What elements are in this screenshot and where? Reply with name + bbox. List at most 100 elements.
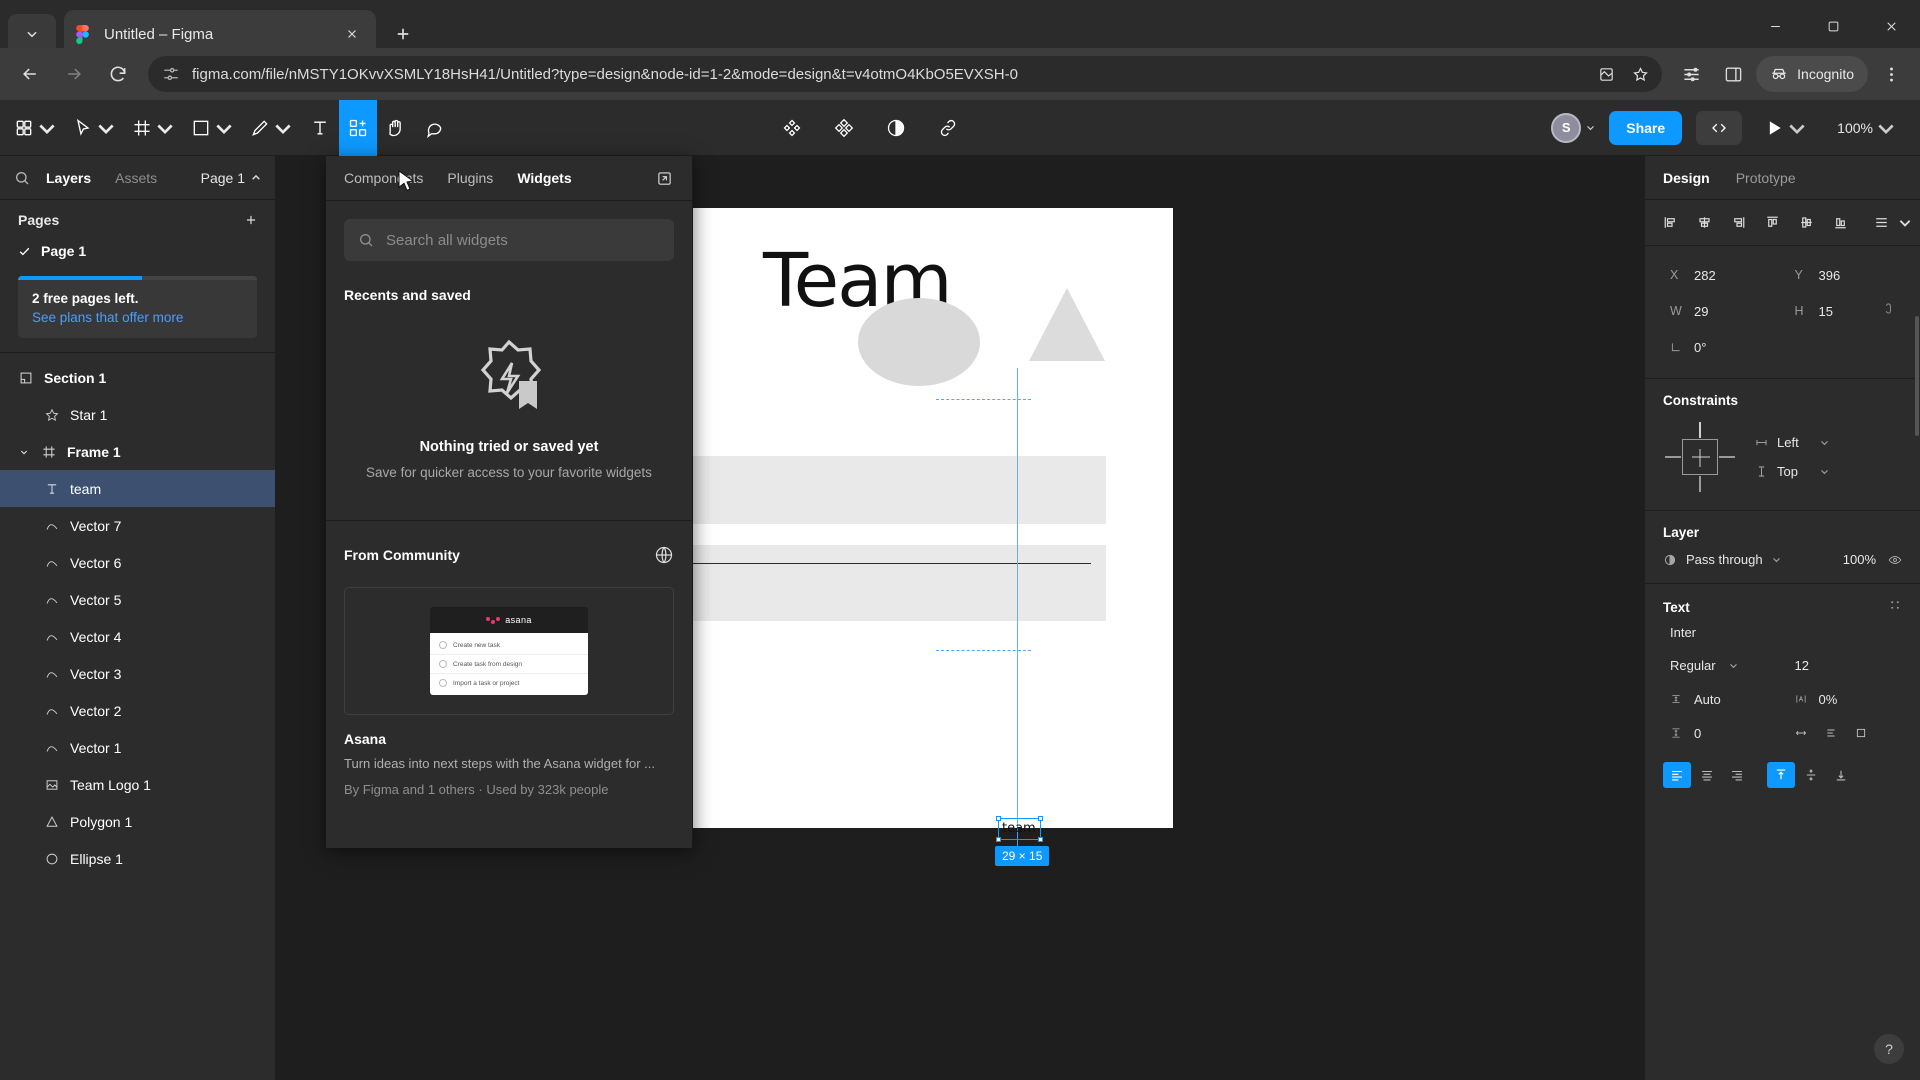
plugin-button[interactable]	[825, 100, 863, 156]
align-top-button[interactable]	[1755, 208, 1789, 238]
window-close-button[interactable]	[1862, 0, 1920, 52]
height-field[interactable]: H 15	[1788, 296, 1903, 326]
font-style-field[interactable]: Regular	[1663, 650, 1778, 680]
help-button[interactable]: ?	[1874, 1034, 1904, 1064]
layer-row[interactable]: Vector 3	[0, 655, 275, 692]
constraints-widget[interactable]	[1663, 420, 1737, 494]
hand-tool-button[interactable]	[377, 100, 415, 156]
pen-tool-button[interactable]	[242, 100, 301, 156]
page-row-page-1[interactable]: Page 1	[0, 236, 275, 266]
back-button[interactable]	[10, 54, 50, 94]
search-all-widgets-field[interactable]	[344, 219, 674, 261]
selection-handle-sw[interactable]	[996, 837, 1001, 842]
constraint-marker-left[interactable]	[1665, 456, 1681, 458]
polygon-shape[interactable]	[1029, 288, 1105, 361]
distribute-menu-button[interactable]	[1864, 208, 1898, 238]
present-button[interactable]	[1756, 100, 1815, 156]
incognito-indicator[interactable]: Incognito	[1756, 56, 1868, 92]
tab-prototype[interactable]: Prototype	[1736, 170, 1796, 186]
layer-row[interactable]: Vector 4	[0, 618, 275, 655]
bookmark-star-icon[interactable]	[1624, 58, 1656, 90]
component-button[interactable]	[773, 100, 811, 156]
y-field[interactable]: Y 396	[1788, 260, 1903, 290]
community-widget-card[interactable]: asana Create new task Create task from de…	[344, 587, 674, 797]
text-valign-middle-button[interactable]	[1797, 762, 1825, 788]
layer-row[interactable]: Vector 1	[0, 729, 275, 766]
font-size-field[interactable]: 12	[1788, 650, 1903, 680]
link-button[interactable]	[929, 100, 967, 156]
text-tool-button[interactable]	[301, 100, 339, 156]
letter-spacing-field[interactable]: 0%	[1788, 684, 1903, 714]
auto-width-icon[interactable]	[1795, 727, 1810, 739]
comment-tool-button[interactable]	[415, 100, 453, 156]
collapse-panel-icon[interactable]	[654, 168, 674, 188]
tab-layers[interactable]: Layers	[46, 170, 91, 186]
constraint-center-box[interactable]	[1682, 439, 1718, 475]
forward-button[interactable]	[54, 54, 94, 94]
layer-row[interactable]: Vector 7	[0, 507, 275, 544]
align-vertical-center-button[interactable]	[1789, 208, 1823, 238]
rotation-field[interactable]: 0°	[1663, 332, 1778, 362]
align-horizontal-center-button[interactable]	[1687, 208, 1721, 238]
extensions-button[interactable]	[1672, 55, 1710, 93]
zoom-level-button[interactable]: 100%	[1829, 100, 1904, 156]
align-right-button[interactable]	[1721, 208, 1755, 238]
frame-tool-button[interactable]	[124, 100, 183, 156]
site-settings-icon[interactable]	[162, 65, 180, 83]
avatar[interactable]: S	[1551, 112, 1595, 143]
layer-row[interactable]: team	[0, 470, 275, 507]
layer-expand-caret[interactable]	[18, 448, 30, 456]
share-button[interactable]: Share	[1609, 110, 1683, 145]
address-bar[interactable]: figma.com/file/nMSTY1OKvvXSMLY18HsH41/Un…	[148, 56, 1663, 92]
page-selector[interactable]: Page 1	[201, 170, 261, 186]
align-more-chevron[interactable]	[1898, 208, 1912, 238]
x-field[interactable]: X 282	[1663, 260, 1778, 290]
auto-height-icon[interactable]	[1825, 727, 1840, 739]
rectangle-shape-1[interactable]	[693, 456, 1106, 524]
constraint-marker-bottom[interactable]	[1699, 476, 1701, 492]
right-panel-scrollbar[interactable]	[1915, 316, 1919, 436]
reload-button[interactable]	[98, 54, 138, 94]
globe-icon[interactable]	[654, 545, 674, 565]
vertical-constraint-dropdown[interactable]: Top	[1755, 464, 1829, 479]
paragraph-spacing-field[interactable]: 0	[1663, 718, 1778, 748]
tab-design[interactable]: Design	[1663, 170, 1710, 186]
divider-line-shape[interactable]	[693, 563, 1091, 564]
move-tool-button[interactable]	[65, 100, 124, 156]
text-valign-bottom-button[interactable]	[1827, 762, 1855, 788]
window-minimize-button[interactable]	[1746, 0, 1804, 52]
shape-tool-button[interactable]	[183, 100, 242, 156]
fixed-size-icon[interactable]	[1855, 727, 1870, 739]
figma-main-menu-button[interactable]	[0, 100, 65, 156]
close-icon[interactable]	[340, 22, 364, 46]
eye-icon[interactable]	[1888, 553, 1902, 567]
text-align-left-button[interactable]	[1663, 762, 1691, 788]
side-panel-button[interactable]	[1714, 55, 1752, 93]
layer-row[interactable]: Vector 2	[0, 692, 275, 729]
resources-tool-button[interactable]	[339, 99, 377, 156]
layer-row[interactable]: Frame 1	[0, 433, 275, 470]
search-icon[interactable]	[14, 170, 30, 186]
install-app-icon[interactable]	[1590, 58, 1622, 90]
dev-mode-button[interactable]	[1696, 110, 1743, 145]
add-page-button[interactable]	[241, 210, 261, 230]
artboard-frame-1[interactable]: Team	[693, 208, 1173, 828]
text-align-right-button[interactable]	[1723, 762, 1751, 788]
chrome-menu-button[interactable]	[1872, 55, 1910, 93]
align-bottom-button[interactable]	[1823, 208, 1857, 238]
width-field[interactable]: W 29	[1663, 296, 1778, 326]
layer-row[interactable]: Section 1	[0, 359, 275, 396]
layer-row[interactable]: Ellipse 1	[0, 840, 275, 877]
layer-row[interactable]: Vector 6	[0, 544, 275, 581]
constrain-proportions-icon[interactable]	[1882, 302, 1895, 320]
layers-list[interactable]: Section 1 Star 1 Frame 1 team Vector 7 Vector…	[0, 353, 275, 1080]
blend-mode-value[interactable]: Pass through	[1686, 552, 1763, 567]
tab-widgets[interactable]: Widgets	[517, 170, 571, 186]
layer-row[interactable]: Star 1	[0, 396, 275, 433]
tab-assets[interactable]: Assets	[115, 170, 157, 186]
selection-handle-ne[interactable]	[1038, 816, 1043, 821]
upsell-link[interactable]: See plans that offer more	[32, 310, 243, 325]
text-styles-button[interactable]	[1888, 598, 1902, 617]
layer-row[interactable]: Vector 5	[0, 581, 275, 618]
window-maximize-button[interactable]	[1804, 0, 1862, 52]
